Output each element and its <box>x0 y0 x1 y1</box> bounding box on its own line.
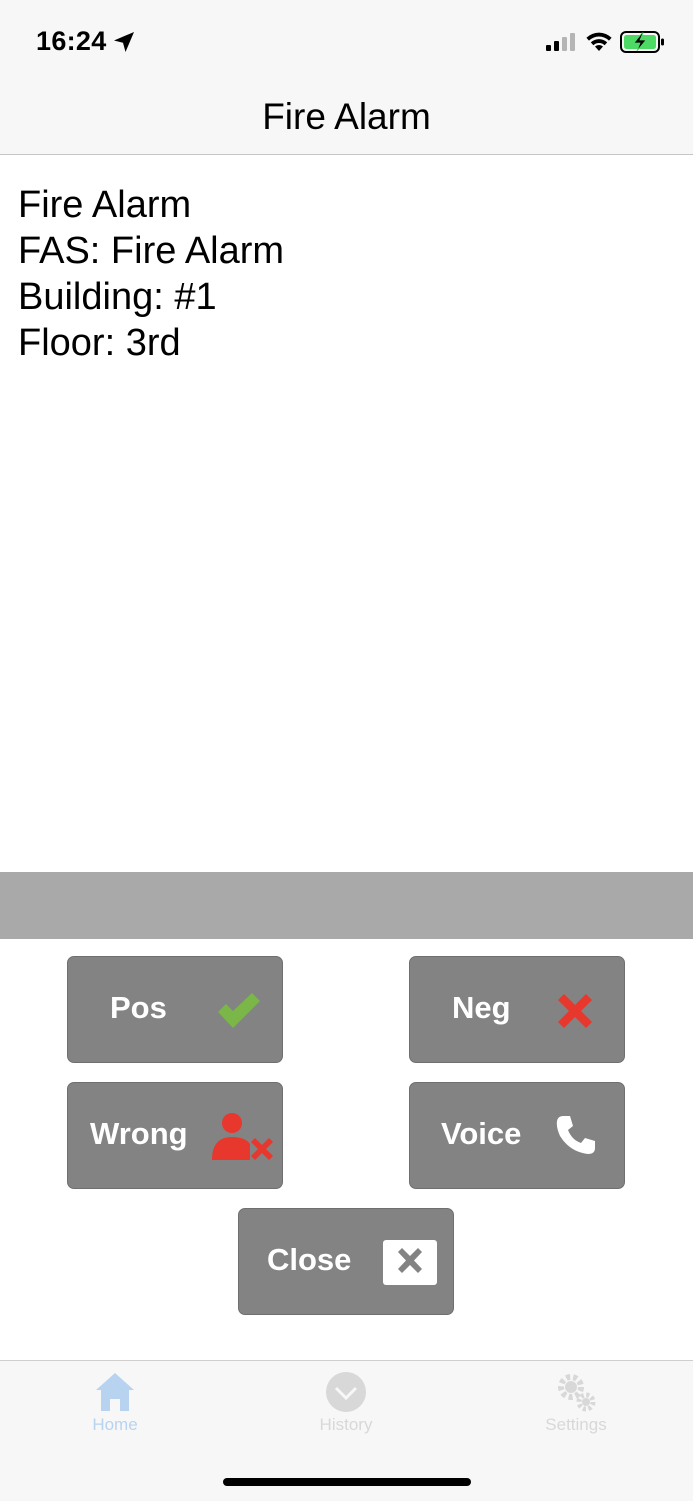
wrong-button[interactable]: Wrong <box>67 1082 283 1189</box>
wrong-button-label: Wrong <box>90 1116 188 1151</box>
voice-button-label: Voice <box>441 1116 522 1151</box>
tab-history-label: History <box>319 1415 373 1434</box>
status-time: 16:24 <box>36 26 107 56</box>
status-bar: 16:24 <box>0 0 693 82</box>
pos-button-label: Pos <box>110 990 167 1025</box>
tab-settings[interactable]: Settings <box>516 1371 636 1435</box>
close-button[interactable]: Close <box>238 1208 454 1315</box>
tab-history[interactable]: History <box>286 1371 406 1435</box>
alarm-title: Fire Alarm <box>18 184 192 226</box>
home-indicator[interactable] <box>223 1478 471 1486</box>
neg-button[interactable]: Neg <box>409 956 625 1063</box>
cellular-signal-icon <box>546 33 575 51</box>
voice-button[interactable]: Voice <box>409 1082 625 1189</box>
location-arrow-icon <box>114 32 134 52</box>
alarm-fas: FAS: Fire Alarm <box>18 230 285 272</box>
tab-home-label: Home <box>92 1415 138 1434</box>
divider-bar <box>0 872 693 939</box>
clock-icon <box>326 1372 366 1412</box>
tab-settings-label: Settings <box>545 1415 607 1434</box>
red-x-icon <box>558 994 592 1028</box>
checkmark-icon <box>218 993 260 1028</box>
alarm-floor: Floor: 3rd <box>18 322 181 364</box>
battery-charging-icon <box>620 31 664 53</box>
phone-icon <box>556 1116 595 1154</box>
pos-button[interactable]: Pos <box>67 956 283 1063</box>
alarm-building: Building: #1 <box>18 276 217 318</box>
page-title: Fire Alarm <box>262 96 431 137</box>
neg-button-label: Neg <box>452 990 511 1025</box>
gear-icon <box>558 1374 596 1412</box>
tab-home[interactable]: Home <box>55 1371 175 1435</box>
home-icon <box>96 1373 134 1411</box>
alarm-details: Fire Alarm FAS: Fire Alarm Building: #1 … <box>18 182 284 366</box>
user-x-icon <box>212 1113 273 1160</box>
close-box-icon <box>383 1240 437 1285</box>
navigation-bar: Fire Alarm <box>0 82 693 155</box>
close-button-label: Close <box>267 1242 352 1277</box>
wifi-icon <box>586 32 612 51</box>
